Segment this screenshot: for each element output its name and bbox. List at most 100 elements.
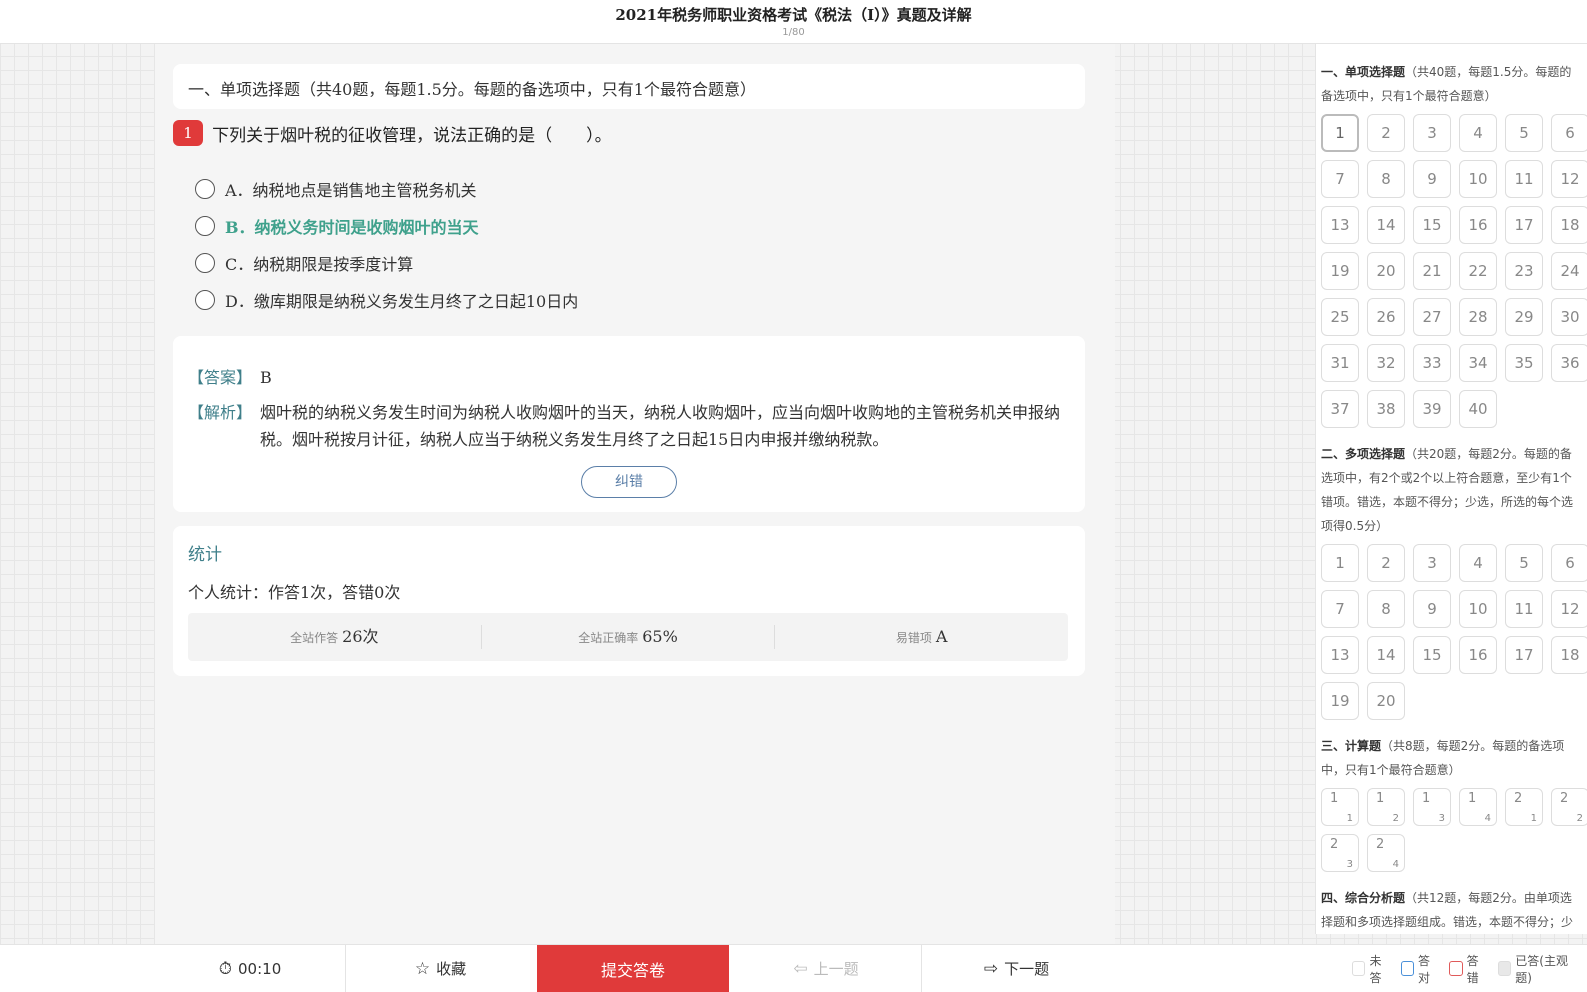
analysis-row: 【解析】 烟叶税的纳税义务发生时间为纳税人收购烟叶的当天，纳税人收购烟叶，应当向…: [188, 399, 1070, 453]
question-cell-1-2[interactable]: 12: [1367, 788, 1405, 826]
question-grid: 1 2 3 4 5 6 7 8 9 10 11 12 13 14 15 16 17 18 19 20: [1321, 544, 1587, 728]
question-cell-15[interactable]: 15: [1413, 636, 1451, 674]
question-cell-29[interactable]: 29: [1505, 298, 1543, 336]
question-cell-1-1[interactable]: 11: [1321, 788, 1359, 826]
question-cell-10[interactable]: 10: [1459, 590, 1497, 628]
question-cell-1-4[interactable]: 14: [1459, 788, 1497, 826]
favorite-button[interactable]: ☆ 收藏: [345, 945, 535, 992]
radio-icon[interactable]: [195, 178, 215, 199]
question-cell-6[interactable]: 6: [1551, 114, 1587, 152]
question-cell-14[interactable]: 14: [1367, 206, 1405, 244]
question-cell-25[interactable]: 25: [1321, 298, 1359, 336]
question-cell-36[interactable]: 36: [1551, 344, 1587, 382]
option-b[interactable]: B．纳税义务时间是收购烟叶的当天: [195, 207, 578, 244]
question-cell-2[interactable]: 2: [1367, 544, 1405, 582]
question-cell-1[interactable]: 1: [1321, 114, 1359, 152]
question-cell-9[interactable]: 9: [1413, 590, 1451, 628]
question-cell-5[interactable]: 5: [1505, 114, 1543, 152]
question-cell-20[interactable]: 20: [1367, 252, 1405, 290]
question-cell-23[interactable]: 23: [1505, 252, 1543, 290]
question-cell-22[interactable]: 22: [1459, 252, 1497, 290]
question-cell-7[interactable]: 7: [1321, 590, 1359, 628]
cell-number: 2: [1560, 791, 1569, 806]
section-title: 四、综合分析题: [1321, 891, 1406, 905]
question-cell-13[interactable]: 13: [1321, 636, 1359, 674]
section-calculation: 三、计算题（共8题，每题2分。每题的备选项中，只有1个最符合题意） 111213…: [1321, 734, 1587, 880]
question-cell-1-3[interactable]: 13: [1413, 788, 1451, 826]
question-cell-12[interactable]: 12: [1551, 590, 1587, 628]
correction-button[interactable]: 纠错: [581, 466, 677, 498]
question-cell-13[interactable]: 13: [1321, 206, 1359, 244]
question-cell-17[interactable]: 17: [1505, 206, 1543, 244]
question-cell-30[interactable]: 30: [1551, 298, 1587, 336]
radio-icon[interactable]: [195, 252, 215, 273]
question-cell-17[interactable]: 17: [1505, 636, 1543, 674]
question-cell-19[interactable]: 19: [1321, 682, 1359, 720]
question-cell-31[interactable]: 31: [1321, 344, 1359, 382]
answer-sheet-panel: 一、单项选择题（共40题，每题1.5分。每题的备选项中，只有1个最符合题意） 1…: [1315, 44, 1587, 934]
swatch-wrong: [1449, 961, 1463, 976]
cell-number: 2: [1376, 837, 1385, 852]
question-cell-7[interactable]: 7: [1321, 160, 1359, 198]
question-cell-20[interactable]: 20: [1367, 682, 1405, 720]
cell-subnumber: 1: [1530, 813, 1537, 824]
question-cell-39[interactable]: 39: [1413, 390, 1451, 428]
question-cell-14[interactable]: 14: [1367, 636, 1405, 674]
question-cell-27[interactable]: 27: [1413, 298, 1451, 336]
question-cell-34[interactable]: 34: [1459, 344, 1497, 382]
question-cell-32[interactable]: 32: [1367, 344, 1405, 382]
question-cell-8[interactable]: 8: [1367, 590, 1405, 628]
question-cell-1[interactable]: 1: [1321, 544, 1359, 582]
question-cell-35[interactable]: 35: [1505, 344, 1543, 382]
submit-button[interactable]: 提交答卷: [537, 945, 729, 992]
previous-question-button[interactable]: ⇦ 上一题: [731, 945, 921, 992]
question-cell-2[interactable]: 2: [1367, 114, 1405, 152]
question-cell-2-1[interactable]: 21: [1505, 788, 1543, 826]
cell-subnumber: 4: [1484, 813, 1491, 824]
question-cell-6[interactable]: 6: [1551, 544, 1587, 582]
question-cell-12[interactable]: 12: [1551, 160, 1587, 198]
question-cell-3[interactable]: 3: [1413, 114, 1451, 152]
question-cell-16[interactable]: 16: [1459, 206, 1497, 244]
arrow-left-icon: ⇦: [793, 958, 808, 979]
answer-label: 【答案】: [188, 368, 253, 387]
legend-label: 未答: [1369, 953, 1382, 985]
status-legend: 未答 答对 答错 已答(主观题): [1352, 945, 1587, 992]
question-cell-2-4[interactable]: 24: [1367, 834, 1405, 872]
legend-answered: 已答(主观题): [1497, 952, 1577, 986]
question-cell-18[interactable]: 18: [1551, 206, 1587, 244]
radio-icon[interactable]: [195, 215, 215, 236]
radio-icon[interactable]: [195, 289, 215, 310]
option-a[interactable]: A．纳税地点是销售地主管税务机关: [195, 170, 578, 207]
question-cell-8[interactable]: 8: [1367, 160, 1405, 198]
analysis-text: 烟叶税的纳税义务发生时间为纳税人收购烟叶的当天，纳税人收购烟叶，应当向烟叶收购地…: [260, 403, 1061, 449]
question-cell-5[interactable]: 5: [1505, 544, 1543, 582]
question-cell-11[interactable]: 11: [1505, 590, 1543, 628]
question-cell-37[interactable]: 37: [1321, 390, 1359, 428]
question-cell-15[interactable]: 15: [1413, 206, 1451, 244]
question-cell-38[interactable]: 38: [1367, 390, 1405, 428]
option-d[interactable]: D．缴库期限是纳税义务发生月终了之日起10日内: [195, 281, 578, 318]
question-cell-2-3[interactable]: 23: [1321, 834, 1359, 872]
question-cell-3[interactable]: 3: [1413, 544, 1451, 582]
question-cell-18[interactable]: 18: [1551, 636, 1587, 674]
question-cell-2-2[interactable]: 22: [1551, 788, 1587, 826]
option-c[interactable]: C．纳税期限是按季度计算: [195, 244, 578, 281]
exam-title: 2021年税务师职业资格考试《税法（Ⅰ）》真题及详解: [615, 6, 972, 24]
question-cell-9[interactable]: 9: [1413, 160, 1451, 198]
question-cell-4[interactable]: 4: [1459, 114, 1497, 152]
question-cell-26[interactable]: 26: [1367, 298, 1405, 336]
question-cell-33[interactable]: 33: [1413, 344, 1451, 382]
question-cell-19[interactable]: 19: [1321, 252, 1359, 290]
question-cell-28[interactable]: 28: [1459, 298, 1497, 336]
question-cell-10[interactable]: 10: [1459, 160, 1497, 198]
question-cell-11[interactable]: 11: [1505, 160, 1543, 198]
swatch-answered: [1497, 961, 1512, 976]
question-cell-21[interactable]: 21: [1413, 252, 1451, 290]
question-cell-24[interactable]: 24: [1551, 252, 1587, 290]
section-title: 一、单项选择题: [1321, 65, 1406, 79]
question-cell-4[interactable]: 4: [1459, 544, 1497, 582]
question-cell-16[interactable]: 16: [1459, 636, 1497, 674]
next-question-button[interactable]: ⇨ 下一题: [921, 945, 1111, 992]
question-cell-40[interactable]: 40: [1459, 390, 1497, 428]
